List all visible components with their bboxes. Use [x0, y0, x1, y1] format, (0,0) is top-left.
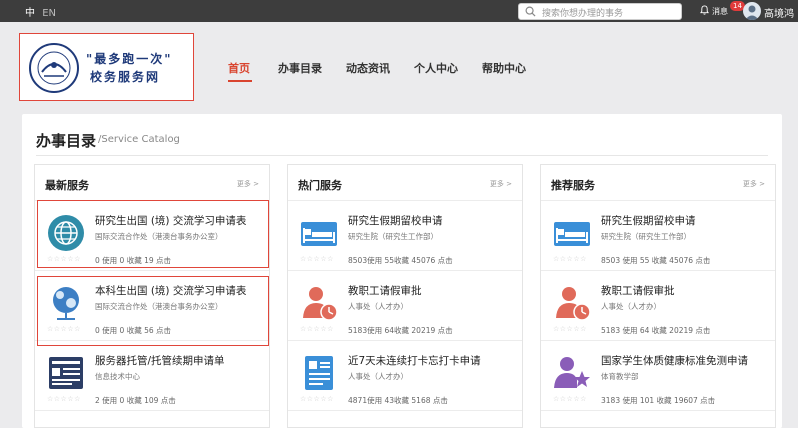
more-link[interactable]: 更多 > [490, 179, 512, 189]
service-title[interactable]: 国家学生体质健康标准免测申请 [601, 353, 748, 368]
rating-stars-icon: ☆☆☆☆☆ [553, 395, 587, 403]
highlight-box [37, 200, 269, 268]
header: "最多跑一次" 校务服务网 首页 办事目录 动态资讯 个人中心 帮助中心 [0, 22, 798, 112]
column-hot-services: 热门服务 更多 > 研究生假期留校申请 研究生院（研究生工作部） ☆☆☆☆☆ 8… [287, 164, 523, 428]
rating-stars-icon: ☆☆☆☆☆ [300, 325, 334, 333]
language-switch: 中 EN [25, 4, 56, 19]
lang-en[interactable]: EN [42, 8, 56, 19]
server-icon [49, 357, 83, 389]
service-title[interactable]: 教职工请假审批 [601, 283, 675, 298]
person-star-icon [554, 357, 590, 388]
service-catalog-panel: 办事目录 /Service Catalog 最新服务 更多 > 研究生出国 (境… [22, 114, 782, 428]
service-department: 研究生院（研究生工作部） [348, 232, 438, 241]
service-department: 人事处（人才办） [348, 302, 408, 311]
nav-news[interactable]: 动态资讯 [346, 60, 390, 76]
catalog-title: 办事目录 [36, 132, 97, 150]
column-header: 推荐服务 更多 > [541, 165, 775, 201]
user-icon [745, 5, 759, 20]
service-title[interactable]: 研究生假期留校申请 [348, 213, 443, 228]
column-title: 热门服务 [298, 179, 342, 192]
service-stats: 4871使用 43收藏 5168 点击 [348, 396, 448, 405]
person-clock-icon [556, 287, 591, 321]
service-stats: 8503 使用 55 收藏 45076 点击 [601, 256, 711, 265]
service-title[interactable]: 近7天未连续打卡忘打卡申请 [348, 353, 481, 368]
service-card[interactable]: 教职工请假审批 人事处（人才办） ☆☆☆☆☆ 5183 使用 64 收藏 202… [541, 271, 775, 341]
service-stats: 8503使用 55收藏 45076 点击 [348, 256, 453, 265]
highlight-box [37, 276, 269, 346]
site-logo[interactable]: "最多跑一次" 校务服务网 [19, 33, 194, 101]
rating-stars-icon: ☆☆☆☆☆ [300, 255, 334, 263]
avatar[interactable] [743, 2, 761, 20]
nav-personal-center[interactable]: 个人中心 [414, 60, 458, 76]
catalog-subtitle: /Service Catalog [98, 134, 180, 145]
column-title: 最新服务 [45, 179, 89, 192]
service-stats: 3183 使用 101 收藏 19607 点击 [601, 396, 716, 405]
rating-stars-icon: ☆☆☆☆☆ [47, 395, 81, 403]
service-card[interactable]: 研究生假期留校申请 研究生院（研究生工作部） ☆☆☆☆☆ 8503 使用 55 … [541, 201, 775, 271]
service-department: 人事处（人才办） [348, 372, 408, 381]
service-title[interactable]: 服务器托管/托管续期申请单 [95, 353, 225, 368]
rating-stars-icon: ☆☆☆☆☆ [553, 255, 587, 263]
nav-help-center[interactable]: 帮助中心 [482, 60, 526, 76]
column-recommended-services: 推荐服务 更多 > 研究生假期留校申请 研究生院（研究生工作部） ☆☆☆☆☆ 8… [540, 164, 776, 428]
search-icon [525, 6, 536, 17]
bell-icon [700, 5, 709, 15]
nav-catalog[interactable]: 办事目录 [278, 60, 322, 76]
service-stats: 5183使用 64收藏 20219 点击 [348, 326, 453, 335]
nav-home[interactable]: 首页 [228, 60, 250, 76]
user-name[interactable]: 高境鸿 [764, 5, 794, 20]
search-placeholder: 搜索你想办理的事务 [542, 9, 624, 19]
column-title: 推荐服务 [551, 179, 595, 192]
service-title[interactable]: 研究生假期留校申请 [601, 213, 696, 228]
messages-label: 消息 [712, 7, 728, 16]
column-header: 最新服务 更多 > [35, 165, 269, 201]
service-card[interactable]: 教职工请假审批 人事处（人才办） ☆☆☆☆☆ 5183使用 64收藏 20219… [288, 271, 522, 341]
service-department: 研究生院（研究生工作部） [601, 232, 691, 241]
service-card[interactable]: 服务器托管/托管续期申请单 信息技术中心 ☆☆☆☆☆ 2 使用 0 收藏 109… [35, 341, 269, 411]
logo-title-line2: 校务服务网 [90, 70, 161, 84]
service-stats: 2 使用 0 收藏 109 点击 [95, 396, 176, 405]
service-department: 信息技术中心 [95, 372, 140, 381]
nav-active-indicator [228, 80, 252, 82]
column-header: 热门服务 更多 > [288, 165, 522, 201]
id-card-icon [305, 356, 333, 390]
top-bar: 中 EN 搜索你想办理的事务 消息 14 高境鸿 [0, 0, 798, 22]
divider [36, 155, 768, 156]
service-card[interactable]: 国家学生体质健康标准免测申请 体育教学部 ☆☆☆☆☆ 3183 使用 101 收… [541, 341, 775, 411]
lang-zh[interactable]: 中 [25, 8, 35, 19]
service-department: 人事处（人才办） [601, 302, 661, 311]
service-card[interactable]: 研究生假期留校申请 研究生院（研究生工作部） ☆☆☆☆☆ 8503使用 55收藏… [288, 201, 522, 271]
person-clock-icon [303, 287, 338, 321]
rating-stars-icon: ☆☆☆☆☆ [553, 325, 587, 333]
university-seal-icon [29, 43, 79, 93]
service-department: 体育教学部 [601, 372, 639, 381]
service-stats: 5183 使用 64 收藏 20219 点击 [601, 326, 711, 335]
service-title[interactable]: 教职工请假审批 [348, 283, 422, 298]
more-link[interactable]: 更多 > [237, 179, 259, 189]
service-card[interactable]: 近7天未连续打卡忘打卡申请 人事处（人才办） ☆☆☆☆☆ 4871使用 43收藏… [288, 341, 522, 411]
search-input[interactable]: 搜索你想办理的事务 [518, 3, 682, 20]
bed-icon [554, 222, 590, 246]
bed-icon [301, 222, 337, 246]
rating-stars-icon: ☆☆☆☆☆ [300, 395, 334, 403]
more-link[interactable]: 更多 > [743, 179, 765, 189]
logo-title-line1: "最多跑一次" [86, 52, 173, 66]
